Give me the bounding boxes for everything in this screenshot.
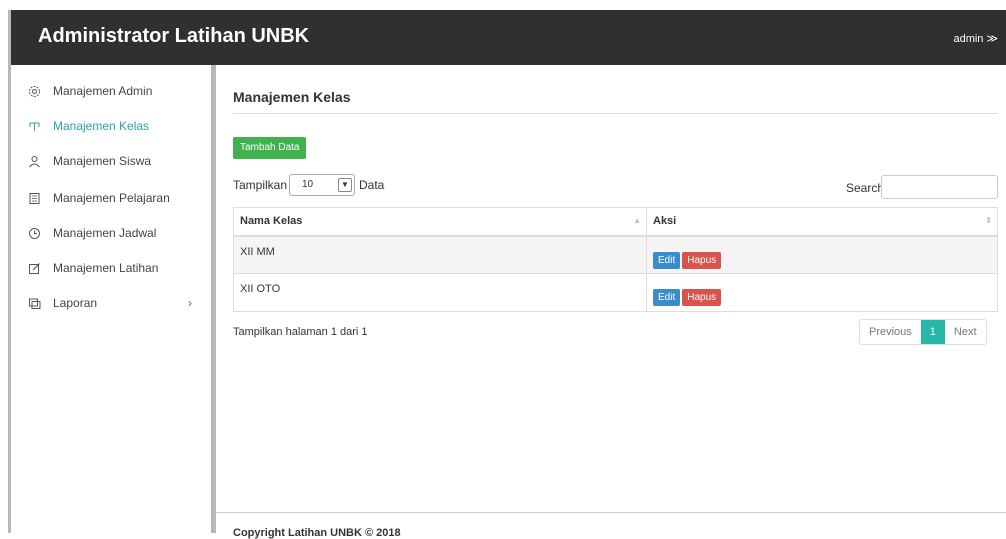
delete-button[interactable]: Hapus bbox=[682, 289, 722, 306]
length-label: Tampilkan bbox=[233, 178, 288, 192]
previous-page-button[interactable]: Previous bbox=[860, 320, 921, 344]
book-icon bbox=[27, 191, 41, 205]
footer-copyright: Copyright Latihan UNBK © 2018 bbox=[233, 527, 401, 539]
column-header-label: Aksi bbox=[653, 215, 677, 228]
user-menu[interactable]: admin ≫ bbox=[953, 32, 998, 45]
table-info: Tampilkan halaman 1 dari 1 bbox=[233, 326, 368, 338]
sidebar-item-label: Laporan bbox=[53, 296, 98, 310]
sidebar: Manajemen Admin Manajemen Kelas Manajeme… bbox=[11, 65, 211, 533]
top-navbar: Administrator Latihan UNBK admin ≫ bbox=[11, 10, 1006, 65]
cell-nama-kelas: XII OTO bbox=[233, 273, 647, 312]
sidebar-item-latihan[interactable]: Manajemen Latihan bbox=[27, 258, 158, 278]
clock-icon bbox=[27, 226, 41, 240]
edit-button[interactable]: Edit bbox=[653, 251, 681, 269]
user-icon bbox=[27, 154, 41, 168]
sidebar-item-admin[interactable]: Manajemen Admin bbox=[27, 81, 152, 101]
edit-button[interactable]: Edit bbox=[653, 289, 681, 306]
sidebar-item-label: Manajemen Jadwal bbox=[53, 226, 157, 240]
cell-nama-kelas: XII MM bbox=[233, 235, 647, 274]
chevron-down-icon: ▼ bbox=[338, 178, 352, 192]
sidebar-item-label: Manajemen Pelajaran bbox=[53, 191, 170, 205]
length-suffix: Data bbox=[359, 178, 385, 192]
page-length-value: 10 bbox=[302, 179, 314, 190]
title-divider bbox=[233, 113, 998, 114]
class-icon bbox=[27, 119, 41, 133]
sidebar-item-jadwal[interactable]: Manajemen Jadwal bbox=[27, 223, 156, 243]
table-row: XII OTO Edit Hapus bbox=[233, 273, 998, 312]
table-row: XII MM Edit Hapus bbox=[233, 235, 998, 274]
column-header-aksi[interactable]: Aksi ⇕ bbox=[646, 207, 998, 237]
sidebar-item-siswa[interactable]: Manajemen Siswa bbox=[27, 151, 151, 171]
column-header-nama-kelas[interactable]: Nama Kelas ▲ bbox=[233, 207, 647, 237]
monitor-icon bbox=[27, 296, 41, 310]
gear-icon bbox=[27, 84, 41, 98]
cell-aksi: Edit Hapus bbox=[646, 273, 998, 312]
sidebar-item-label: Manajemen Admin bbox=[53, 84, 153, 98]
page-1-button[interactable]: 1 bbox=[920, 320, 945, 344]
sort-icon: ⇕ bbox=[985, 216, 992, 225]
pagination: Previous 1 Next bbox=[859, 319, 987, 345]
footer-divider bbox=[216, 512, 1006, 513]
sidebar-item-laporan[interactable]: Laporan › bbox=[27, 293, 207, 313]
delete-button[interactable]: Hapus bbox=[682, 251, 722, 269]
page-title: Manajemen Kelas bbox=[233, 89, 351, 105]
sidebar-item-label: Manajemen Latihan bbox=[53, 261, 159, 275]
edit-icon bbox=[27, 261, 41, 275]
sidebar-item-label: Manajemen Siswa bbox=[53, 154, 152, 168]
chevron-right-icon: › bbox=[188, 296, 192, 310]
app-title[interactable]: Administrator Latihan UNBK bbox=[38, 25, 309, 48]
column-header-label: Nama Kelas bbox=[240, 215, 303, 228]
add-data-button[interactable]: Tambah Data bbox=[233, 137, 307, 159]
main-content: Manajemen Kelas Tambah Data Tampilkan 10… bbox=[216, 65, 1006, 539]
next-page-button[interactable]: Next bbox=[945, 320, 986, 344]
sidebar-item-label: Manajemen Kelas bbox=[53, 119, 150, 133]
search-input[interactable] bbox=[881, 175, 998, 199]
cell-aksi: Edit Hapus bbox=[646, 235, 998, 274]
class-table: Nama Kelas ▲ Aksi ⇕ XII MM Edit Hapus XII… bbox=[233, 207, 998, 312]
sidebar-item-kelas[interactable]: Manajemen Kelas bbox=[27, 116, 149, 136]
sort-asc-icon: ▲ bbox=[633, 216, 641, 225]
sidebar-item-pelajaran[interactable]: Manajemen Pelajaran bbox=[27, 188, 170, 208]
page-length-select[interactable]: 10 ▼ bbox=[289, 174, 355, 196]
